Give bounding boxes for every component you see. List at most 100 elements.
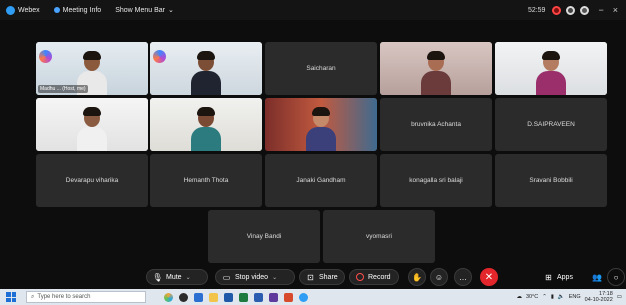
language-indicator[interactable]: ENG <box>569 294 581 300</box>
participant-name: Janaki Gandham <box>296 177 346 184</box>
search-icon: ⌕ <box>31 293 35 300</box>
mute-label: Mute <box>166 273 182 281</box>
mute-button[interactable]: 🎙 Mute ⌄ <box>146 269 208 285</box>
status-icon-2 <box>580 5 590 15</box>
notifications-icon[interactable]: ▭ <box>617 294 622 300</box>
participant-tile[interactable]: Devarapu viharika <box>36 154 148 207</box>
meeting-info-button[interactable]: Meeting Info <box>53 6 102 14</box>
participant-tile[interactable] <box>150 42 262 95</box>
participants-button[interactable]: 👥 <box>588 268 606 286</box>
word-app-icon[interactable] <box>254 292 263 302</box>
chevron-down-icon: ⌄ <box>185 274 191 281</box>
network-icon[interactable]: ▮ <box>551 294 554 300</box>
participant-name: bruvnika Achanta <box>411 121 461 128</box>
participant-tile[interactable]: D.SAIPRAVEEN <box>495 98 607 151</box>
chat-button[interactable]: ○ <box>607 268 625 286</box>
apps-button[interactable]: ⊞ Apps <box>538 269 582 285</box>
meeting-timer: 52:59 <box>527 6 546 14</box>
info-icon <box>53 7 60 13</box>
apps-label: Apps <box>557 273 573 281</box>
store-app-icon[interactable] <box>224 292 233 302</box>
webex-app-icon[interactable] <box>299 292 308 302</box>
participants-icon: 👥 <box>592 272 602 282</box>
status-icon <box>566 5 576 15</box>
meeting-info-label: Meeting Info <box>62 6 102 14</box>
apps-grid-icon: ⊞ <box>545 272 552 282</box>
participant-video <box>536 51 566 95</box>
more-icon: … <box>459 272 467 282</box>
show-menu-bar-button[interactable]: Show Menu Bar ⌄ <box>115 6 174 15</box>
share-label: Share <box>319 273 338 281</box>
volume-icon[interactable]: 🔈 <box>558 294 565 300</box>
share-button[interactable]: ⊡ Share <box>299 269 345 285</box>
pinned-apps <box>164 292 308 302</box>
record-icon <box>356 273 364 281</box>
weather-icon[interactable]: ☁ <box>516 294 522 300</box>
recording-indicator-icon <box>552 5 562 15</box>
org-logo-icon <box>153 50 166 63</box>
temperature-label: 30°C <box>525 294 539 300</box>
participant-name: Saicharan <box>306 65 336 72</box>
task-view-icon[interactable] <box>179 292 188 302</box>
participant-tile[interactable] <box>150 98 262 151</box>
participant-name: Madhu ... (Host, me) <box>38 85 88 93</box>
participant-name: vyomasri <box>365 233 392 240</box>
more-options-button[interactable]: … <box>454 268 472 286</box>
show-menu-bar-label: Show Menu Bar <box>115 6 166 14</box>
powerpoint-app-icon[interactable] <box>284 292 293 302</box>
participant-tile[interactable]: Madhu ... (Host, me) <box>36 42 148 95</box>
participant-video <box>421 51 451 95</box>
participant-video <box>306 107 336 151</box>
participant-video <box>191 107 221 151</box>
participant-tile[interactable]: Saicharan <box>265 42 377 95</box>
participant-tile[interactable]: Janaki Gandham <box>265 154 377 207</box>
video-camera-icon: ▭ <box>222 272 231 282</box>
participant-tile[interactable]: vyomasri <box>323 210 435 263</box>
participant-name: Sravani Bobbili <box>529 177 573 184</box>
participant-tile[interactable]: konagalla sri balaji <box>380 154 492 207</box>
clock-date: 04-10-2022 <box>584 297 613 303</box>
participant-tile[interactable] <box>265 98 377 151</box>
share-screen-icon: ⊡ <box>307 272 314 282</box>
participant-name: D.SAIPRAVEEN <box>527 121 575 128</box>
chat-bubble-icon: ○ <box>613 272 619 282</box>
search-placeholder: Type here to search <box>37 294 91 300</box>
microphone-icon: 🎙 <box>152 272 163 282</box>
participant-name: Vinay Bandi <box>246 233 282 240</box>
reactions-button[interactable]: ☺ <box>430 268 448 286</box>
participant-name: Hemanth Thota <box>183 177 229 184</box>
file-explorer-icon[interactable] <box>209 292 218 302</box>
raise-hand-button[interactable]: ✋ <box>408 268 426 286</box>
chevron-up-icon[interactable]: ⌃ <box>542 294 547 300</box>
leave-meeting-button[interactable]: ✕ <box>480 268 498 286</box>
minimize-button[interactable]: − <box>598 5 603 15</box>
chevron-down-icon: ⌄ <box>168 7 174 14</box>
taskbar-search-box[interactable]: ⌕ Type here to search <box>26 291 146 303</box>
close-window-button[interactable]: × <box>613 5 618 15</box>
windows-start-icon[interactable] <box>6 292 16 302</box>
participant-name: Devarapu viharika <box>65 177 119 184</box>
participant-tile[interactable]: Hemanth Thota <box>150 154 262 207</box>
windows-taskbar: ⌕ Type here to search ☁ 30°C ⌃ ▮ 🔈 ENG 1… <box>0 289 626 305</box>
participant-tile[interactable]: bruvnika Achanta <box>380 98 492 151</box>
app-label: Webex <box>0 5 40 15</box>
participant-tile[interactable] <box>380 42 492 95</box>
record-label: Record <box>368 273 391 281</box>
record-button[interactable]: Record <box>349 269 399 285</box>
org-logo-icon <box>39 50 52 63</box>
smiley-icon: ☺ <box>434 272 444 282</box>
taskbar-clock[interactable]: 17:18 04-10-2022 <box>585 291 613 303</box>
participant-tile[interactable]: Vinay Bandi <box>208 210 320 263</box>
edge-browser-icon[interactable] <box>194 292 203 302</box>
stop-video-label: Stop video <box>235 273 269 281</box>
webex-logo-icon <box>6 5 15 15</box>
excel-app-icon[interactable] <box>239 292 248 302</box>
teams-app-icon[interactable] <box>269 292 278 302</box>
stop-video-button[interactable]: ▭ Stop video ⌄ <box>215 269 295 285</box>
participant-tile[interactable] <box>36 98 148 151</box>
participant-tile[interactable]: Sravani Bobbili <box>495 154 607 207</box>
titlebar-right: 52:59 − × <box>528 0 618 20</box>
cortana-app-icon[interactable] <box>164 292 173 302</box>
participant-tile[interactable] <box>495 42 607 95</box>
close-icon: ✕ <box>484 271 494 283</box>
